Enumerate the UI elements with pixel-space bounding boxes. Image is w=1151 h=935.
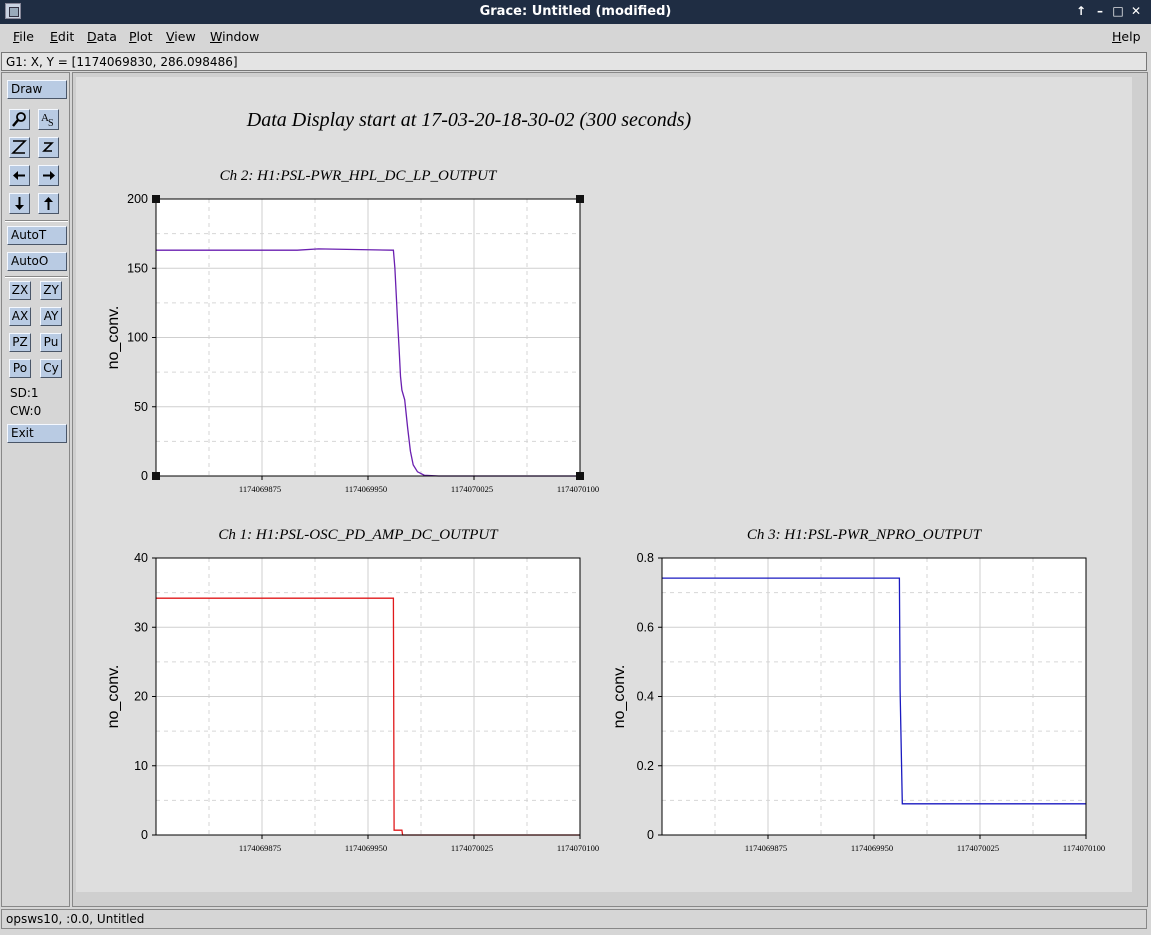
window-title: Grace: Untitled (modified)	[479, 4, 672, 19]
draw-button[interactable]: Draw	[7, 80, 67, 99]
raise-window-button[interactable]: ↑	[1073, 3, 1089, 19]
scroll-left-button[interactable]	[9, 165, 30, 186]
stack-depth-label: SD:1	[10, 386, 39, 400]
chart1-xtick-label: 1174070025	[451, 484, 493, 494]
zoom-in-button[interactable]	[9, 137, 30, 158]
z-large-icon	[11, 140, 27, 154]
chart1-selection-handle	[576, 472, 584, 480]
chart1-xtick-label: 1174069950	[345, 484, 387, 494]
chart3-ytick-label: 0.2	[637, 759, 654, 773]
z-small-icon	[42, 142, 54, 152]
chart3-xtick-label: 1174069950	[851, 843, 893, 853]
chart1-ytick-label: 150	[127, 261, 148, 275]
autoo-button[interactable]: AutoO	[7, 252, 67, 271]
current-world-label: CW:0	[10, 404, 42, 418]
chart2-ytick-label: 30	[134, 620, 148, 634]
chart2-ytick-label: 10	[134, 759, 148, 773]
chart2-xtick-label: 1174069950	[345, 843, 387, 853]
locator-display: G1: X, Y = [1174069830, 286.098486]	[1, 52, 1147, 71]
status-bar: opsws10, :0.0, Untitled	[1, 909, 1147, 929]
text-scale-icon: AS	[41, 112, 54, 129]
menu-help[interactable]: Help	[1112, 29, 1141, 44]
chart2-ytick-label: 40	[134, 551, 148, 565]
chart1-selection-handle	[152, 472, 160, 480]
chart3-xtick-label: 1174069875	[745, 843, 787, 853]
arrow-right-icon	[43, 171, 55, 180]
menu-file[interactable]: File	[13, 29, 34, 44]
separator	[5, 276, 68, 278]
graph-svg[interactable]: Data Display start at 17-03-20-18-30-02 …	[76, 77, 1132, 892]
arrow-down-icon	[15, 197, 24, 210]
autoscale-x-button[interactable]: AX	[9, 307, 31, 326]
tool-panel: Draw AS AutoT AutoO ZX ZY AX AY PZ Pu Po…	[1, 72, 70, 907]
chart3-title: Ch 3: H1:PSL-PWR_NPRO_OUTPUT	[747, 527, 983, 543]
exit-button[interactable]: Exit	[7, 424, 67, 443]
scroll-right-button[interactable]	[38, 165, 59, 186]
chart3-ytick-label: 0.6	[637, 620, 654, 634]
cycle-button[interactable]: Cy	[40, 359, 62, 378]
zoom-y-button[interactable]: ZY	[40, 281, 62, 300]
drawing-canvas[interactable]: Data Display start at 17-03-20-18-30-02 …	[76, 77, 1132, 892]
chart3-ytick-label: 0.4	[637, 690, 654, 704]
arrow-left-icon	[13, 171, 25, 180]
menu-plot[interactable]: Plot	[129, 29, 153, 44]
window-titlebar[interactable]: Grace: Untitled (modified) ↑ – □ ✕	[0, 0, 1151, 24]
zoom-out-button[interactable]	[38, 137, 59, 158]
push-zoom-button[interactable]: PZ	[9, 333, 31, 352]
chart1-selection-handle	[152, 195, 160, 203]
chart1-ytick-label: 200	[127, 192, 148, 206]
text-tool-button[interactable]: AS	[38, 109, 59, 130]
chart3-ytick-label: 0.8	[637, 551, 654, 565]
menu-window[interactable]: Window	[210, 29, 259, 44]
chart1-ytick-label: 100	[127, 331, 148, 345]
magnifier-icon	[12, 112, 26, 127]
scroll-down-button[interactable]	[9, 193, 30, 214]
chart2-ytick-label: 0	[141, 828, 148, 842]
chart2-xtick-label: 1174070025	[451, 843, 493, 853]
autoscale-button[interactable]: AutoT	[7, 226, 67, 245]
menu-view[interactable]: View	[166, 29, 196, 44]
chart2-ylabel: no_conv.	[105, 665, 122, 729]
pop-button[interactable]: Po	[9, 359, 31, 378]
chart1-title: Ch 2: H1:PSL-PWR_HPL_DC_LP_OUTPUT	[220, 168, 498, 184]
arrow-up-icon	[44, 197, 53, 210]
push-button[interactable]: Pu	[40, 333, 62, 352]
menu-data[interactable]: Data	[87, 29, 117, 44]
menu-edit[interactable]: Edit	[50, 29, 74, 44]
chart3-xtick-label: 1174070100	[1063, 843, 1105, 853]
chart2-xtick-label: 1174069875	[239, 843, 281, 853]
chart3-xtick-label: 1174070025	[957, 843, 999, 853]
chart3-ytick-label: 0	[647, 828, 654, 842]
chart1-selection-handle	[576, 195, 584, 203]
scroll-up-button[interactable]	[38, 193, 59, 214]
svg-text:S: S	[48, 118, 54, 129]
separator	[5, 220, 68, 222]
canvas-area: Data Display start at 17-03-20-18-30-02 …	[72, 72, 1148, 907]
menubar: File Edit Data Plot View Window Help	[0, 24, 1151, 49]
minimize-button[interactable]: –	[1092, 3, 1108, 19]
chart1-ylabel: no_conv.	[105, 306, 122, 370]
maximize-button[interactable]: □	[1110, 3, 1126, 19]
chart1-ytick-label: 0	[141, 469, 148, 483]
chart2-xtick-label: 1174070100	[557, 843, 599, 853]
chart3-ylabel: no_conv.	[611, 665, 628, 729]
chart1-ytick-label: 50	[134, 400, 148, 414]
zoom-button[interactable]	[9, 109, 30, 130]
chart1-xtick-label: 1174070100	[557, 484, 599, 494]
chart2-ytick-label: 20	[134, 690, 148, 704]
chart1-xtick-label: 1174069875	[239, 484, 281, 494]
autoscale-y-button[interactable]: AY	[40, 307, 62, 326]
chart2-title: Ch 1: H1:PSL-OSC_PD_AMP_DC_OUTPUT	[218, 527, 499, 543]
close-button[interactable]: ✕	[1128, 3, 1144, 19]
zoom-x-button[interactable]: ZX	[9, 281, 31, 300]
canvas-title: Data Display start at 17-03-20-18-30-02 …	[246, 109, 692, 131]
